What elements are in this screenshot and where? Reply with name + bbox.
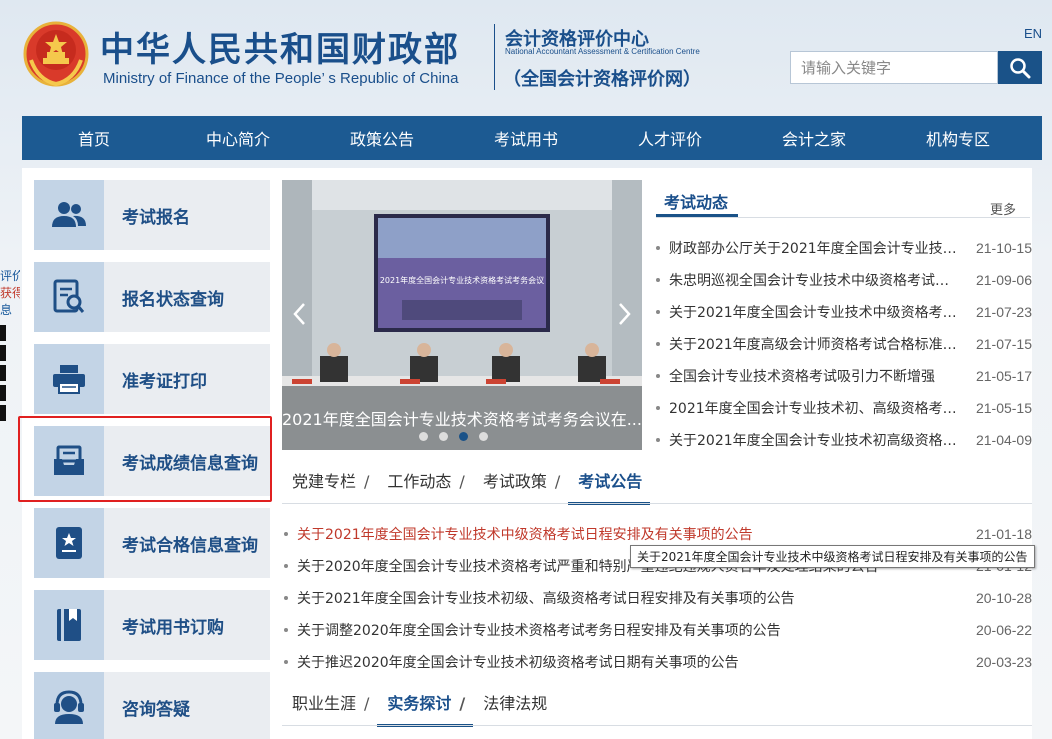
carousel-dot[interactable]	[479, 432, 488, 441]
certificate-icon	[56, 527, 82, 559]
tab-laws-regulations[interactable]: 法律法规	[473, 690, 555, 724]
carousel-prev-arrow-icon[interactable]	[290, 300, 310, 328]
tab-work-updates[interactable]: 工作动态 /	[377, 468, 472, 502]
nav-item-home[interactable]: 首页	[22, 126, 166, 150]
notice-list: 关于2021年度全国会计专业技术中级资格考试日程安排及有关事项的公告 21-01-…	[284, 518, 1032, 678]
menu-item-exam-registration[interactable]: 考试报名	[34, 180, 270, 250]
practice-tabs-divider	[282, 725, 1032, 726]
notice-tabs: 党建专栏 / 工作动态 / 考试政策 / 考试公告	[282, 468, 651, 505]
nav-item-talent[interactable]: 人才评价	[598, 126, 742, 150]
news-item[interactable]: 朱忠明巡视全国会计专业技术中级资格考试考务工作 21-09-06	[656, 264, 1032, 296]
tabs-divider	[282, 503, 1032, 504]
book-icon	[57, 609, 81, 641]
nav-item-home-of-accountants[interactable]: 会计之家	[742, 126, 886, 150]
menu-item-qualification-query[interactable]: 考试合格信息查询	[34, 508, 270, 578]
tab-exam-policy[interactable]: 考试政策 /	[473, 468, 568, 502]
carousel-next-arrow-icon[interactable]	[614, 300, 634, 328]
menu-label: 报名状态查询	[122, 289, 224, 310]
nav-item-books[interactable]: 考试用书	[454, 126, 598, 150]
header-divider	[494, 24, 495, 90]
headset-icon	[54, 690, 84, 724]
menu-item-admission-ticket-print[interactable]: 准考证打印	[34, 344, 270, 414]
news-item[interactable]: 关于2021年度全国会计专业技术中级资格考试有关事项21-07-23	[656, 296, 1032, 328]
menu-item-consultation[interactable]: 咨询答疑	[34, 672, 270, 739]
tab-party-building[interactable]: 党建专栏 /	[282, 468, 377, 502]
ministry-name-cn[interactable]: 中华人民共和国财政部	[100, 22, 460, 71]
side-panel-line1: 评价	[0, 269, 20, 283]
search-icon	[1010, 57, 1031, 78]
notice-item[interactable]: 关于2021年度全国会计专业技术初级、高级资格考试日程安排及有关事项的公告 20-…	[284, 582, 1032, 614]
news-carousel[interactable]: 2021年度全国会计专业技术资格考试考务会议 2021年度全国会计专业技术资格考…	[282, 180, 642, 450]
users-icon	[52, 202, 86, 227]
menu-label: 考试报名	[122, 207, 190, 228]
tab-practice-discussion[interactable]: 实务探讨 /	[377, 690, 474, 727]
menu-label: 考试合格信息查询	[122, 535, 258, 556]
carousel-dot[interactable]	[419, 432, 428, 441]
nav-item-institutions[interactable]: 机构专区	[886, 126, 1030, 150]
nav-item-about[interactable]: 中心简介	[166, 126, 310, 150]
language-switch-en[interactable]: EN	[1024, 26, 1042, 41]
document-search-icon	[53, 279, 85, 313]
news-header-divider	[656, 217, 1030, 218]
news-list: 财政部办公厅关于2021年度全国会计专业技术资格考试21-10-15 朱忠明巡视…	[656, 232, 1032, 456]
carousel-dot-active[interactable]	[459, 432, 468, 441]
side-panel-line3: 息	[0, 303, 13, 317]
national-emblem-logo[interactable]	[23, 20, 89, 88]
menu-label: 咨询答疑	[122, 699, 190, 720]
notice-item[interactable]: 关于调整2020年度全国会计专业技术资格考试考务日程安排及有关事项的公告 20-0…	[284, 614, 1032, 646]
news-section-title[interactable]: 考试动态	[664, 189, 728, 213]
tab-exam-notices[interactable]: 考试公告	[568, 468, 651, 505]
center-name-en: National Accountant Assessment & Certifi…	[505, 47, 700, 56]
news-item[interactable]: 关于2021年度高级会计师资格考试合格标准的通知 21-07-15	[656, 328, 1032, 360]
news-item[interactable]: 全国会计专业技术资格考试吸引力不断增强 21-05-17	[656, 360, 1032, 392]
ministry-name-en: Ministry of Finance of the People’ s Rep…	[103, 70, 459, 87]
news-more-link[interactable]: 更多	[990, 199, 1016, 218]
site-header: 中华人民共和国财政部 Ministry of Finance of the Pe…	[0, 0, 1052, 110]
news-item[interactable]: 关于2021年度全国会计专业技术初高级资格考试有关事项21-04-09	[656, 424, 1032, 456]
nav-item-policy[interactable]: 政策公告	[310, 126, 454, 150]
side-panel-line2: 获得	[0, 286, 20, 300]
qr-code-fragment	[0, 325, 20, 421]
main-nav: 首页 中心简介 政策公告 考试用书 人才评价 会计之家 机构专区	[22, 116, 1042, 160]
tab-career[interactable]: 职业生涯 /	[282, 690, 377, 724]
search-button[interactable]	[998, 51, 1042, 84]
news-item[interactable]: 2021年度全国会计专业技术初、高级资格考试顺利举行21-05-15	[656, 392, 1032, 424]
menu-label: 考试用书订购	[122, 617, 224, 638]
practice-tabs: 职业生涯 / 实务探讨 / 法律法规	[282, 690, 555, 727]
side-floating-panel[interactable]: 评价 获得 息	[0, 268, 20, 421]
notice-item[interactable]: 关于推迟2020年度全国会计专业技术初级资格考试日期有关事项的公告 20-03-2…	[284, 646, 1032, 678]
menu-item-registration-status[interactable]: 报名状态查询	[34, 262, 270, 332]
center-network-name: （全国会计资格评价网）	[503, 69, 701, 90]
slide-screen-title: 2021年度全国会计专业技术资格考试考务会议	[380, 275, 544, 285]
carousel-dot[interactable]	[439, 432, 448, 441]
news-item[interactable]: 财政部办公厅关于2021年度全国会计专业技术资格考试21-10-15	[656, 232, 1032, 264]
highlight-annotation-box	[18, 416, 272, 502]
menu-label: 准考证打印	[122, 371, 207, 392]
menu-item-book-order[interactable]: 考试用书订购	[34, 590, 270, 660]
hover-tooltip: 关于2021年度全国会计专业技术中级资格考试日程安排及有关事项的公告	[630, 545, 1035, 568]
printer-icon	[53, 365, 85, 394]
search-input[interactable]	[790, 51, 998, 84]
